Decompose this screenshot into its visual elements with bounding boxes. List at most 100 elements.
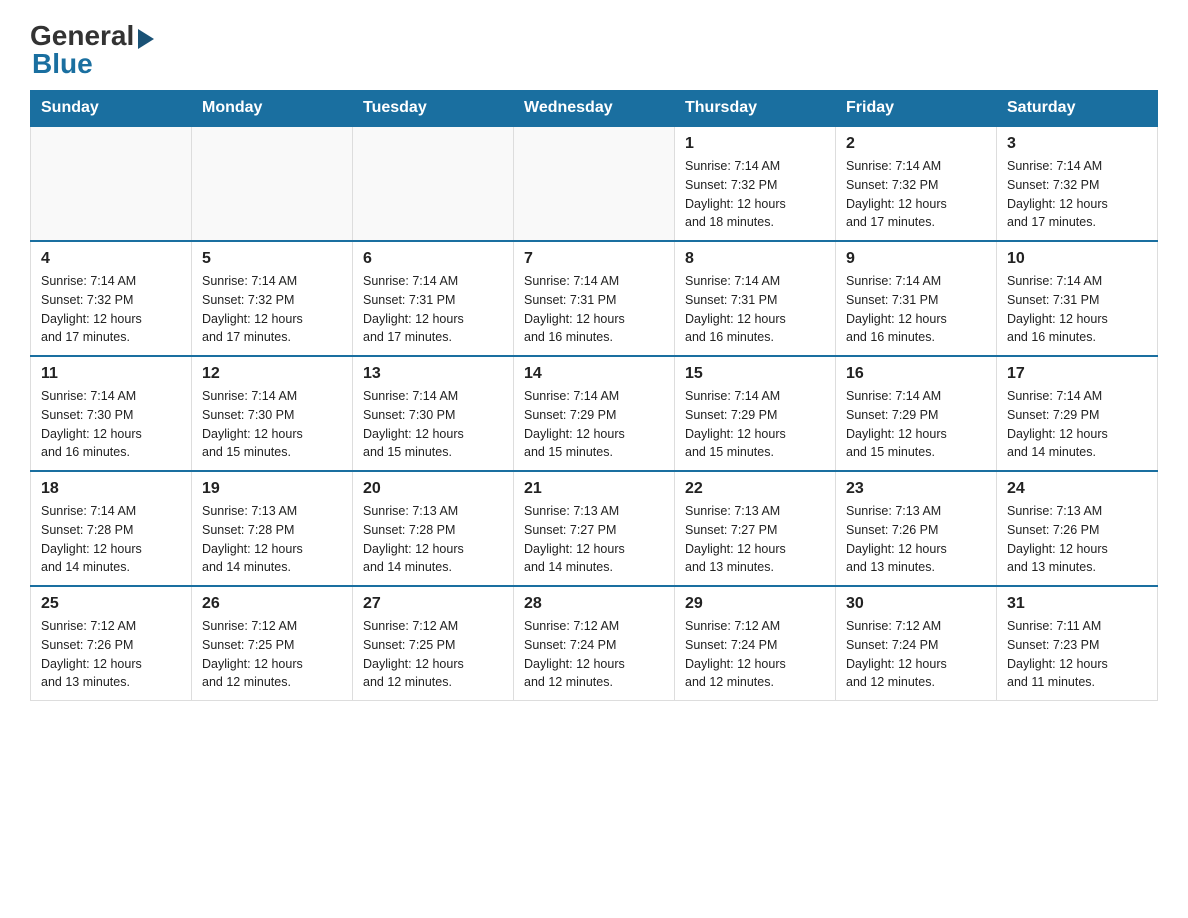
- calendar-cell: 6 Sunrise: 7:14 AMSunset: 7:31 PMDaylight…: [353, 241, 514, 356]
- day-info: Sunrise: 7:12 AMSunset: 7:24 PMDaylight:…: [685, 617, 825, 692]
- day-info: Sunrise: 7:12 AMSunset: 7:24 PMDaylight:…: [524, 617, 664, 692]
- day-number: 14: [524, 365, 664, 383]
- calendar-cell: 21 Sunrise: 7:13 AMSunset: 7:27 PMDayligh…: [514, 471, 675, 586]
- day-number: 2: [846, 135, 986, 153]
- day-info: Sunrise: 7:13 AMSunset: 7:26 PMDaylight:…: [1007, 502, 1147, 577]
- day-number: 21: [524, 480, 664, 498]
- day-info: Sunrise: 7:12 AMSunset: 7:25 PMDaylight:…: [363, 617, 503, 692]
- day-info: Sunrise: 7:14 AMSunset: 7:28 PMDaylight:…: [41, 502, 181, 577]
- calendar-cell: 16 Sunrise: 7:14 AMSunset: 7:29 PMDayligh…: [836, 356, 997, 471]
- day-number: 3: [1007, 135, 1147, 153]
- week-row-2: 4 Sunrise: 7:14 AMSunset: 7:32 PMDaylight…: [31, 241, 1158, 356]
- day-info: Sunrise: 7:13 AMSunset: 7:27 PMDaylight:…: [685, 502, 825, 577]
- calendar-cell: 25 Sunrise: 7:12 AMSunset: 7:26 PMDayligh…: [31, 586, 192, 701]
- week-row-1: 1 Sunrise: 7:14 AMSunset: 7:32 PMDaylight…: [31, 126, 1158, 241]
- day-number: 25: [41, 595, 181, 613]
- day-info: Sunrise: 7:14 AMSunset: 7:29 PMDaylight:…: [685, 387, 825, 462]
- calendar-cell: 15 Sunrise: 7:14 AMSunset: 7:29 PMDayligh…: [675, 356, 836, 471]
- calendar-table: SundayMondayTuesdayWednesdayThursdayFrid…: [30, 90, 1158, 701]
- day-number: 7: [524, 250, 664, 268]
- calendar-cell: 13 Sunrise: 7:14 AMSunset: 7:30 PMDayligh…: [353, 356, 514, 471]
- day-number: 4: [41, 250, 181, 268]
- day-number: 5: [202, 250, 342, 268]
- calendar-cell: 11 Sunrise: 7:14 AMSunset: 7:30 PMDayligh…: [31, 356, 192, 471]
- day-info: Sunrise: 7:14 AMSunset: 7:31 PMDaylight:…: [846, 272, 986, 347]
- calendar-cell: 27 Sunrise: 7:12 AMSunset: 7:25 PMDayligh…: [353, 586, 514, 701]
- day-info: Sunrise: 7:14 AMSunset: 7:32 PMDaylight:…: [1007, 157, 1147, 232]
- week-row-3: 11 Sunrise: 7:14 AMSunset: 7:30 PMDayligh…: [31, 356, 1158, 471]
- day-info: Sunrise: 7:12 AMSunset: 7:24 PMDaylight:…: [846, 617, 986, 692]
- day-info: Sunrise: 7:12 AMSunset: 7:25 PMDaylight:…: [202, 617, 342, 692]
- day-number: 6: [363, 250, 503, 268]
- calendar-cell: 7 Sunrise: 7:14 AMSunset: 7:31 PMDaylight…: [514, 241, 675, 356]
- day-number: 9: [846, 250, 986, 268]
- calendar-cell: [31, 126, 192, 241]
- day-info: Sunrise: 7:14 AMSunset: 7:32 PMDaylight:…: [202, 272, 342, 347]
- calendar-cell: 20Sunrise: 7:13 AMSunset: 7:28 PMDayligh…: [353, 471, 514, 586]
- day-info: Sunrise: 7:14 AMSunset: 7:31 PMDaylight:…: [685, 272, 825, 347]
- day-number: 24: [1007, 480, 1147, 498]
- weekday-header-friday: Friday: [836, 91, 997, 127]
- day-number: 26: [202, 595, 342, 613]
- page-header: General Blue: [30, 20, 1158, 80]
- day-number: 22: [685, 480, 825, 498]
- week-row-5: 25 Sunrise: 7:12 AMSunset: 7:26 PMDayligh…: [31, 586, 1158, 701]
- calendar-cell: 17Sunrise: 7:14 AMSunset: 7:29 PMDayligh…: [997, 356, 1158, 471]
- day-info: Sunrise: 7:11 AMSunset: 7:23 PMDaylight:…: [1007, 617, 1147, 692]
- day-info: Sunrise: 7:13 AMSunset: 7:26 PMDaylight:…: [846, 502, 986, 577]
- logo-blue-text: Blue: [32, 48, 93, 80]
- day-number: 30: [846, 595, 986, 613]
- calendar-cell: 3 Sunrise: 7:14 AMSunset: 7:32 PMDaylight…: [997, 126, 1158, 241]
- day-number: 31: [1007, 595, 1147, 613]
- day-info: Sunrise: 7:14 AMSunset: 7:32 PMDaylight:…: [41, 272, 181, 347]
- day-info: Sunrise: 7:14 AMSunset: 7:32 PMDaylight:…: [846, 157, 986, 232]
- day-number: 16: [846, 365, 986, 383]
- weekday-header-saturday: Saturday: [997, 91, 1158, 127]
- calendar-cell: 31 Sunrise: 7:11 AMSunset: 7:23 PMDayligh…: [997, 586, 1158, 701]
- day-number: 29: [685, 595, 825, 613]
- calendar-cell: 2 Sunrise: 7:14 AMSunset: 7:32 PMDaylight…: [836, 126, 997, 241]
- day-info: Sunrise: 7:14 AMSunset: 7:32 PMDaylight:…: [685, 157, 825, 232]
- day-number: 27: [363, 595, 503, 613]
- day-info: Sunrise: 7:13 AMSunset: 7:27 PMDaylight:…: [524, 502, 664, 577]
- day-info: Sunrise: 7:14 AMSunset: 7:30 PMDaylight:…: [363, 387, 503, 462]
- calendar-cell: 1 Sunrise: 7:14 AMSunset: 7:32 PMDaylight…: [675, 126, 836, 241]
- day-number: 19: [202, 480, 342, 498]
- day-number: 10: [1007, 250, 1147, 268]
- day-info: Sunrise: 7:14 AMSunset: 7:31 PMDaylight:…: [363, 272, 503, 347]
- day-number: 15: [685, 365, 825, 383]
- day-info: Sunrise: 7:14 AMSunset: 7:29 PMDaylight:…: [524, 387, 664, 462]
- day-info: Sunrise: 7:14 AMSunset: 7:29 PMDaylight:…: [1007, 387, 1147, 462]
- calendar-cell: 30 Sunrise: 7:12 AMSunset: 7:24 PMDayligh…: [836, 586, 997, 701]
- day-number: 11: [41, 365, 181, 383]
- calendar-cell: 5 Sunrise: 7:14 AMSunset: 7:32 PMDaylight…: [192, 241, 353, 356]
- day-info: Sunrise: 7:14 AMSunset: 7:30 PMDaylight:…: [41, 387, 181, 462]
- calendar-cell: 23 Sunrise: 7:13 AMSunset: 7:26 PMDayligh…: [836, 471, 997, 586]
- logo-arrow-icon: [138, 29, 154, 49]
- day-info: Sunrise: 7:14 AMSunset: 7:31 PMDaylight:…: [1007, 272, 1147, 347]
- calendar-cell: 12Sunrise: 7:14 AMSunset: 7:30 PMDayligh…: [192, 356, 353, 471]
- day-info: Sunrise: 7:14 AMSunset: 7:29 PMDaylight:…: [846, 387, 986, 462]
- weekday-header-sunday: Sunday: [31, 91, 192, 127]
- day-number: 28: [524, 595, 664, 613]
- day-number: 1: [685, 135, 825, 153]
- day-number: 12: [202, 365, 342, 383]
- weekday-header-row: SundayMondayTuesdayWednesdayThursdayFrid…: [31, 91, 1158, 127]
- calendar-cell: [353, 126, 514, 241]
- calendar-cell: 29 Sunrise: 7:12 AMSunset: 7:24 PMDayligh…: [675, 586, 836, 701]
- day-info: Sunrise: 7:12 AMSunset: 7:26 PMDaylight:…: [41, 617, 181, 692]
- calendar-cell: [514, 126, 675, 241]
- day-number: 20: [363, 480, 503, 498]
- calendar-cell: 26 Sunrise: 7:12 AMSunset: 7:25 PMDayligh…: [192, 586, 353, 701]
- calendar-cell: 19Sunrise: 7:13 AMSunset: 7:28 PMDayligh…: [192, 471, 353, 586]
- calendar-cell: [192, 126, 353, 241]
- day-number: 18: [41, 480, 181, 498]
- weekday-header-tuesday: Tuesday: [353, 91, 514, 127]
- calendar-cell: 24 Sunrise: 7:13 AMSunset: 7:26 PMDayligh…: [997, 471, 1158, 586]
- day-number: 8: [685, 250, 825, 268]
- day-number: 23: [846, 480, 986, 498]
- calendar-cell: 4 Sunrise: 7:14 AMSunset: 7:32 PMDaylight…: [31, 241, 192, 356]
- day-number: 13: [363, 365, 503, 383]
- day-info: Sunrise: 7:14 AMSunset: 7:31 PMDaylight:…: [524, 272, 664, 347]
- logo: General Blue: [30, 20, 154, 80]
